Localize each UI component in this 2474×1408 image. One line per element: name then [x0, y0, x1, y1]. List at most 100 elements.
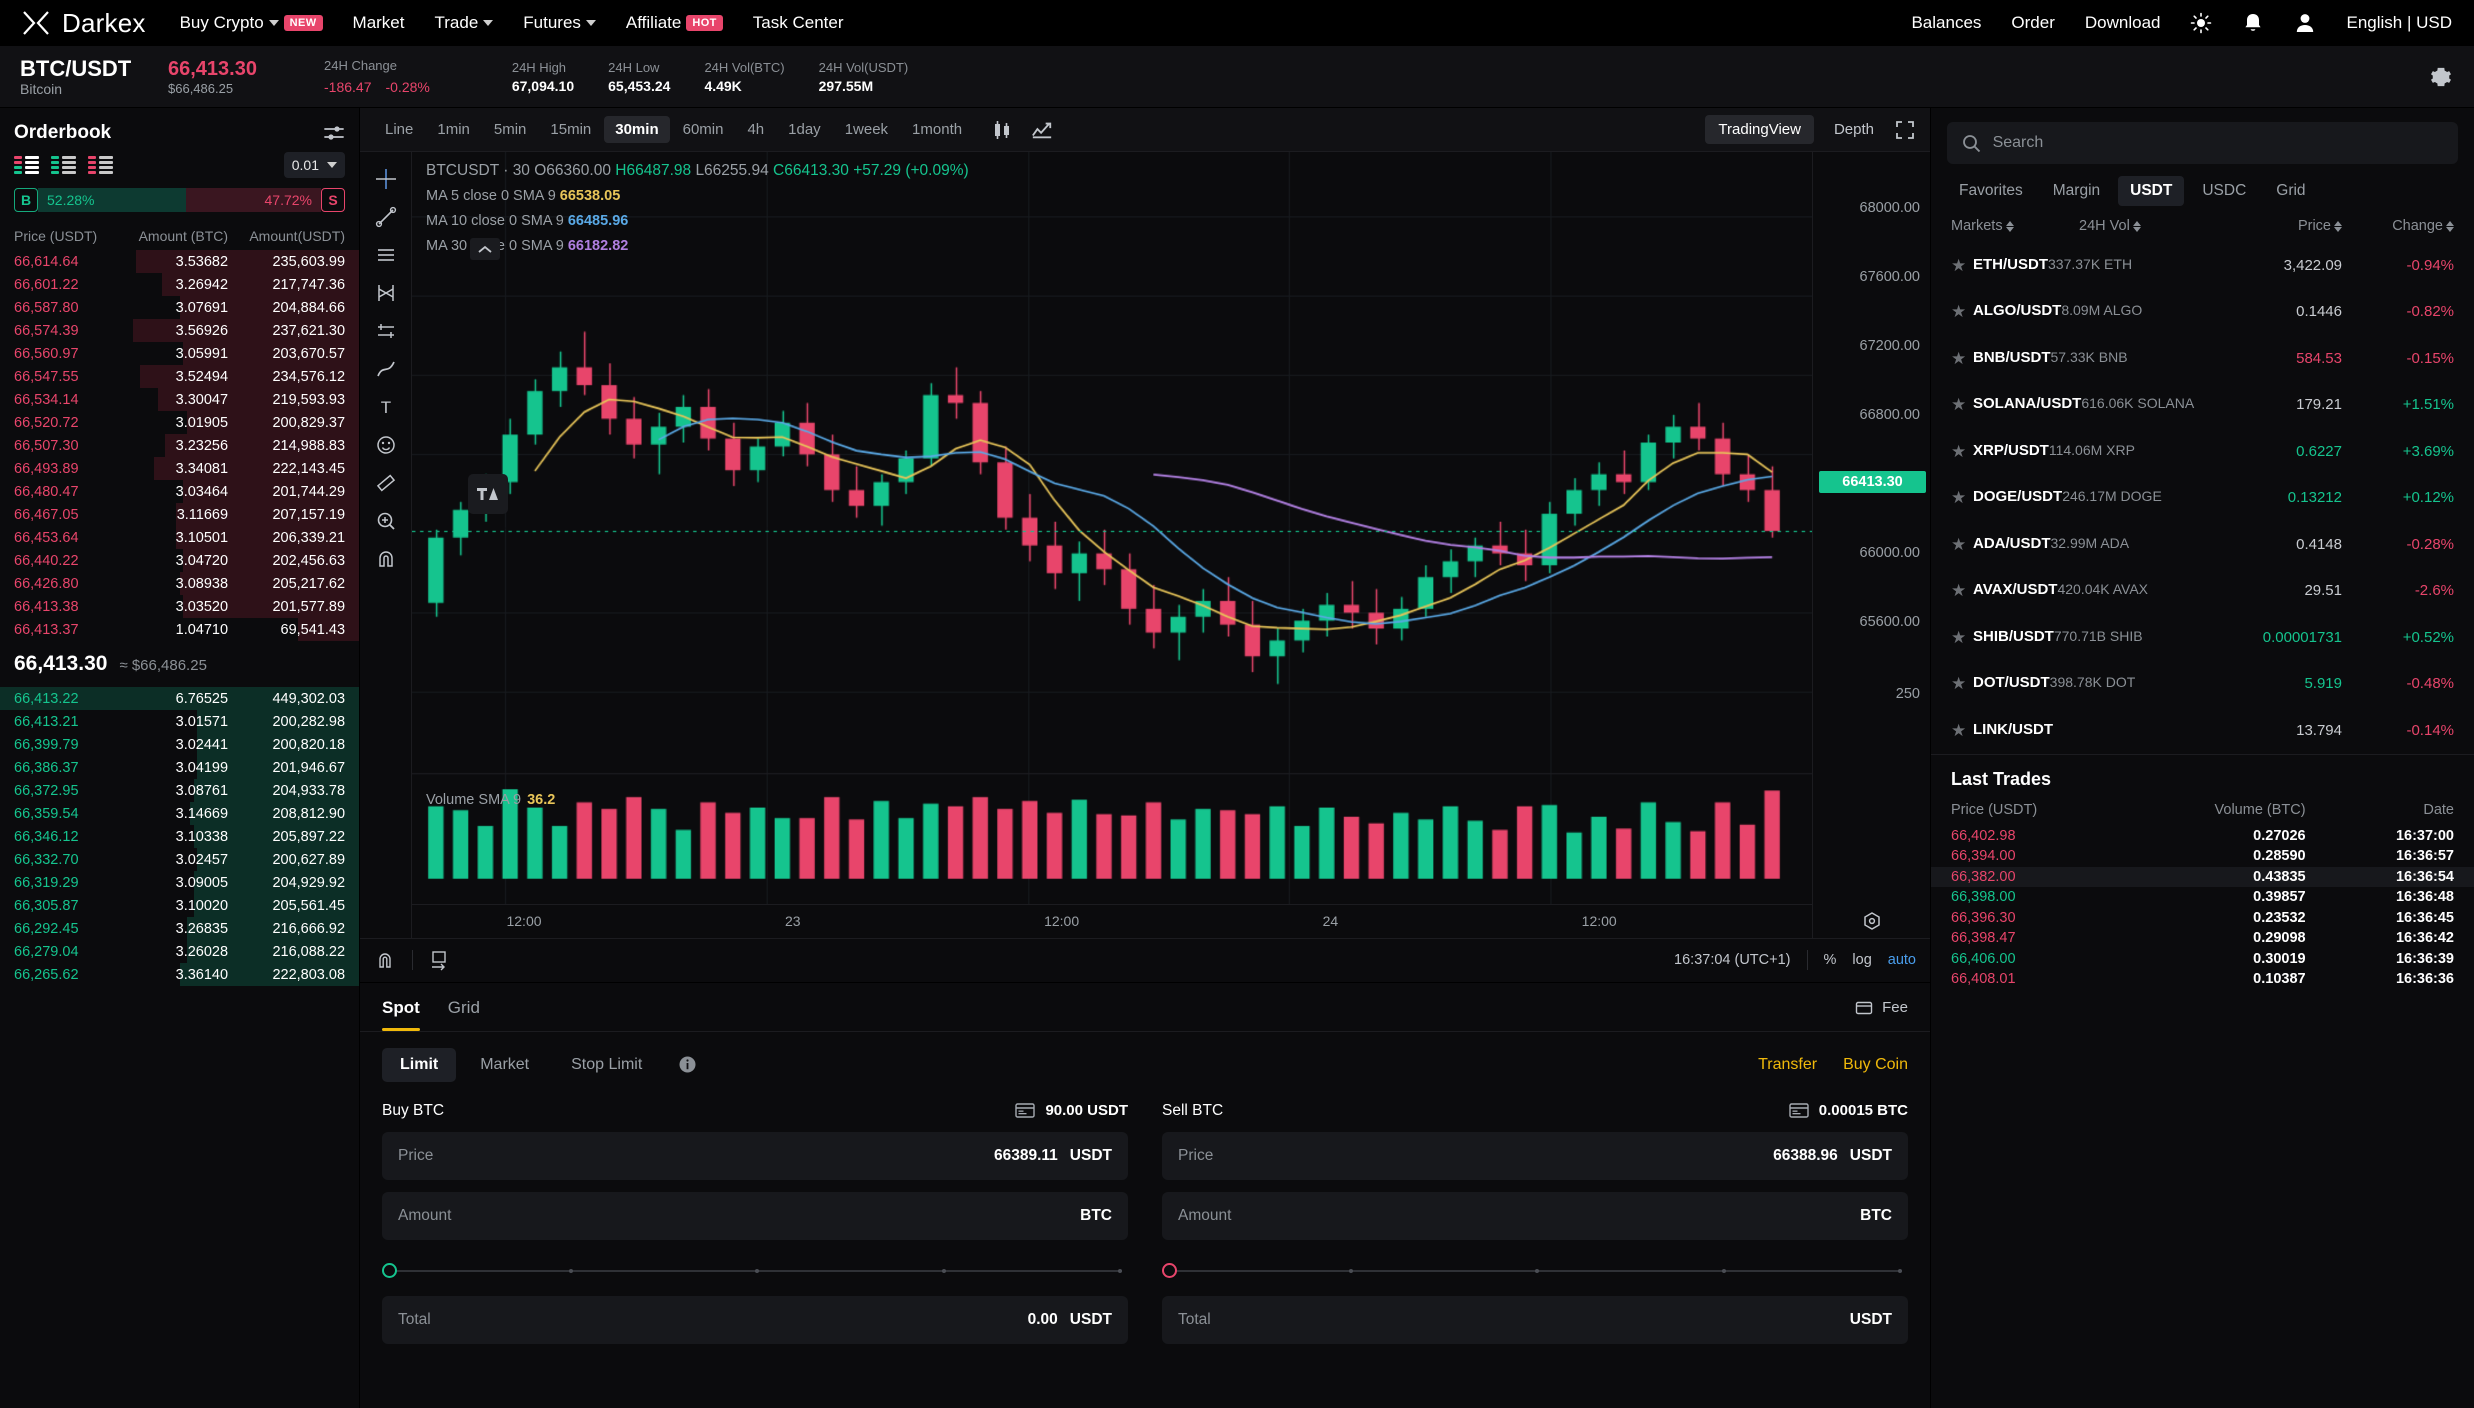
orderbook-row[interactable]: 66,560.97 3.05991 203,670.57 — [0, 342, 359, 365]
timeframe-line[interactable]: Line — [374, 116, 424, 143]
col-price[interactable]: Price — [2222, 218, 2342, 234]
nav-item-trade[interactable]: Trade — [435, 13, 494, 33]
market-row[interactable]: ★ LINK/USDT 13.794 -0.14% — [1931, 707, 2474, 754]
sell-price-field[interactable]: Price 66388.96 USDT — [1162, 1131, 1908, 1180]
timeframe-1month[interactable]: 1month — [901, 116, 973, 143]
market-tab-usdt[interactable]: USDT — [2118, 176, 2185, 206]
sell-amount-field[interactable]: Amount BTC — [1162, 1191, 1908, 1240]
replay-icon[interactable] — [429, 949, 451, 971]
emoji-icon[interactable] — [367, 426, 405, 464]
orderbook-row[interactable]: 66,601.22 3.26942 217,747.36 — [0, 273, 359, 296]
orderbook-row[interactable]: 66,520.72 3.01905 200,829.37 — [0, 411, 359, 434]
sell-total-field[interactable]: Total USDT — [1162, 1295, 1908, 1344]
market-row[interactable]: ★ DOGE/USDT246.17M DOGE 0.13212 +0.12% — [1931, 475, 2474, 522]
timeframe-15min[interactable]: 15min — [539, 116, 602, 143]
timeframe-5min[interactable]: 5min — [483, 116, 538, 143]
bell-icon[interactable] — [2242, 12, 2264, 34]
orderbook-row[interactable]: 66,413.21 3.01571 200,282.98 — [0, 710, 359, 733]
log-toggle[interactable]: log — [1852, 952, 1871, 968]
col-24h-vol[interactable]: 24H Vol — [2079, 218, 2222, 234]
buy-coin-link[interactable]: Buy Coin — [1843, 1056, 1908, 1074]
search-input[interactable] — [1992, 134, 2444, 152]
buy-amount-field[interactable]: Amount BTC — [382, 1191, 1128, 1240]
favorite-star-icon[interactable]: ★ — [1951, 536, 1973, 553]
favorite-star-icon[interactable]: ★ — [1951, 489, 1973, 506]
magnet-footer-icon[interactable] — [374, 949, 396, 971]
orderbook-row[interactable]: 66,440.22 3.04720 202,456.63 — [0, 549, 359, 572]
nav-item-buy-crypto[interactable]: Buy Crypto NEW — [180, 13, 323, 33]
brand-logo[interactable]: Darkex — [22, 8, 146, 39]
nav-item-order[interactable]: Order — [2011, 13, 2054, 33]
favorite-star-icon[interactable]: ★ — [1951, 303, 1973, 320]
orderbook-row[interactable]: 66,359.54 3.14669 208,812.90 — [0, 802, 359, 825]
order-type-stop-limit[interactable]: Stop Limit — [553, 1048, 660, 1082]
fee-button[interactable]: Fee — [1853, 997, 1908, 1031]
market-tab-grid[interactable]: Grid — [2264, 176, 2317, 206]
orderbook-row[interactable]: 66,547.55 3.52494 234,576.12 — [0, 365, 359, 388]
candlestick-canvas[interactable] — [412, 152, 1812, 904]
favorite-star-icon[interactable]: ★ — [1951, 722, 1973, 739]
orderbook-row[interactable]: 66,426.80 3.08938 205,217.62 — [0, 572, 359, 595]
transfer-link[interactable]: Transfer — [1758, 1056, 1817, 1074]
buy-amount-slider[interactable] — [382, 1256, 1128, 1286]
market-row[interactable]: ★ ETH/USDT337.37K ETH 3,422.09 -0.94% — [1931, 242, 2474, 289]
crosshair-icon[interactable] — [367, 160, 405, 198]
market-tab-usdc[interactable]: USDC — [2190, 176, 2258, 206]
orderbook-row[interactable]: 66,346.12 3.10338 205,897.22 — [0, 825, 359, 848]
timeframe-30min[interactable]: 30min — [604, 116, 670, 143]
price-axis[interactable]: 68000.00 67600.00 67200.00 66800.00 66000.00… — [1812, 152, 1930, 904]
orderbook-row[interactable]: 66,399.79 3.02441 200,820.18 — [0, 733, 359, 756]
user-icon[interactable] — [2294, 12, 2316, 34]
favorite-star-icon[interactable]: ★ — [1951, 582, 1973, 599]
view-asks-icon[interactable] — [88, 156, 113, 174]
orderbook-row[interactable]: 66,480.47 3.03464 201,744.29 — [0, 480, 359, 503]
favorite-star-icon[interactable]: ★ — [1951, 350, 1973, 367]
favorite-star-icon[interactable]: ★ — [1951, 675, 1973, 692]
ruler-icon[interactable] — [367, 464, 405, 502]
nav-item-affiliate[interactable]: Affiliate HOT — [626, 13, 723, 33]
timeframe-4h[interactable]: 4h — [736, 116, 775, 143]
market-row[interactable]: ★ DOT/USDT398.78K DOT 5.919 -0.48% — [1931, 661, 2474, 708]
orderbook-row[interactable]: 66,279.04 3.26028 216,088.22 — [0, 940, 359, 963]
orderbook-row[interactable]: 66,386.37 3.04199 201,946.67 — [0, 756, 359, 779]
favorite-star-icon[interactable]: ★ — [1951, 257, 1973, 274]
orderbook-row[interactable]: 66,493.89 3.34081 222,143.45 — [0, 457, 359, 480]
trendline-icon[interactable] — [367, 198, 405, 236]
view-both-icon[interactable] — [14, 156, 39, 174]
slider-knob[interactable] — [1162, 1263, 1177, 1279]
search-box[interactable] — [1947, 122, 2458, 164]
orderbook-row[interactable]: 66,413.37 1.04710 69,541.43 — [0, 618, 359, 641]
orderbook-row[interactable]: 66,265.62 3.36140 222,803.08 — [0, 963, 359, 986]
orderbook-row[interactable]: 66,332.70 3.02457 200,627.89 — [0, 848, 359, 871]
time-axis[interactable]: 12:00 23 12:00 24 12:00 — [412, 903, 1812, 938]
orderbook-row[interactable]: 66,319.29 3.09005 204,929.92 — [0, 871, 359, 894]
tab-spot[interactable]: Spot — [382, 998, 420, 1031]
zoom-in-icon[interactable] — [367, 502, 405, 540]
buy-price-field[interactable]: Price 66389.11 USDT — [382, 1131, 1128, 1180]
sell-amount-slider[interactable] — [1162, 1256, 1908, 1286]
orderbook-row[interactable]: 66,372.95 3.08761 204,933.78 — [0, 779, 359, 802]
brush-icon[interactable] — [367, 350, 405, 388]
sun-icon[interactable] — [2190, 12, 2212, 34]
favorite-star-icon[interactable]: ★ — [1951, 443, 1973, 460]
view-bids-icon[interactable] — [51, 156, 76, 174]
magnet-icon[interactable] — [367, 540, 405, 578]
orderbook-row[interactable]: 66,614.64 3.53682 235,603.99 — [0, 250, 359, 273]
nav-item-download[interactable]: Download — [2085, 13, 2161, 33]
order-type-limit[interactable]: Limit — [382, 1047, 457, 1082]
market-row[interactable]: ★ AVAX/USDT420.04K AVAX 29.51 -2.6% — [1931, 568, 2474, 615]
orderbook-row[interactable]: 66,305.87 3.10020 205,561.45 — [0, 894, 359, 917]
tradingview-button[interactable]: TradingView — [1705, 115, 1814, 144]
market-row[interactable]: ★ SOLANA/USDT616.06K SOLANA 179.21 +1.51% — [1931, 382, 2474, 429]
market-row[interactable]: ★ BNB/USDT57.33K BNB 584.53 -0.15% — [1931, 335, 2474, 382]
order-type-market[interactable]: Market — [462, 1048, 547, 1082]
timeframe-60min[interactable]: 60min — [672, 116, 735, 143]
market-row[interactable]: ★ ADA/USDT32.99M ADA 0.4148 -0.28% — [1931, 521, 2474, 568]
orderbook-row[interactable]: 66,467.05 3.11669 207,157.19 — [0, 503, 359, 526]
nav-item-task-center[interactable]: Task Center — [753, 13, 844, 33]
timeframe-1day[interactable]: 1day — [777, 116, 832, 143]
fib-tools-icon[interactable] — [367, 274, 405, 312]
ticker-pair[interactable]: BTC/USDT Bitcoin — [20, 56, 168, 97]
collapse-legend-button[interactable] — [470, 238, 500, 260]
orderbook-row[interactable]: 66,453.64 3.10501 206,339.21 — [0, 526, 359, 549]
